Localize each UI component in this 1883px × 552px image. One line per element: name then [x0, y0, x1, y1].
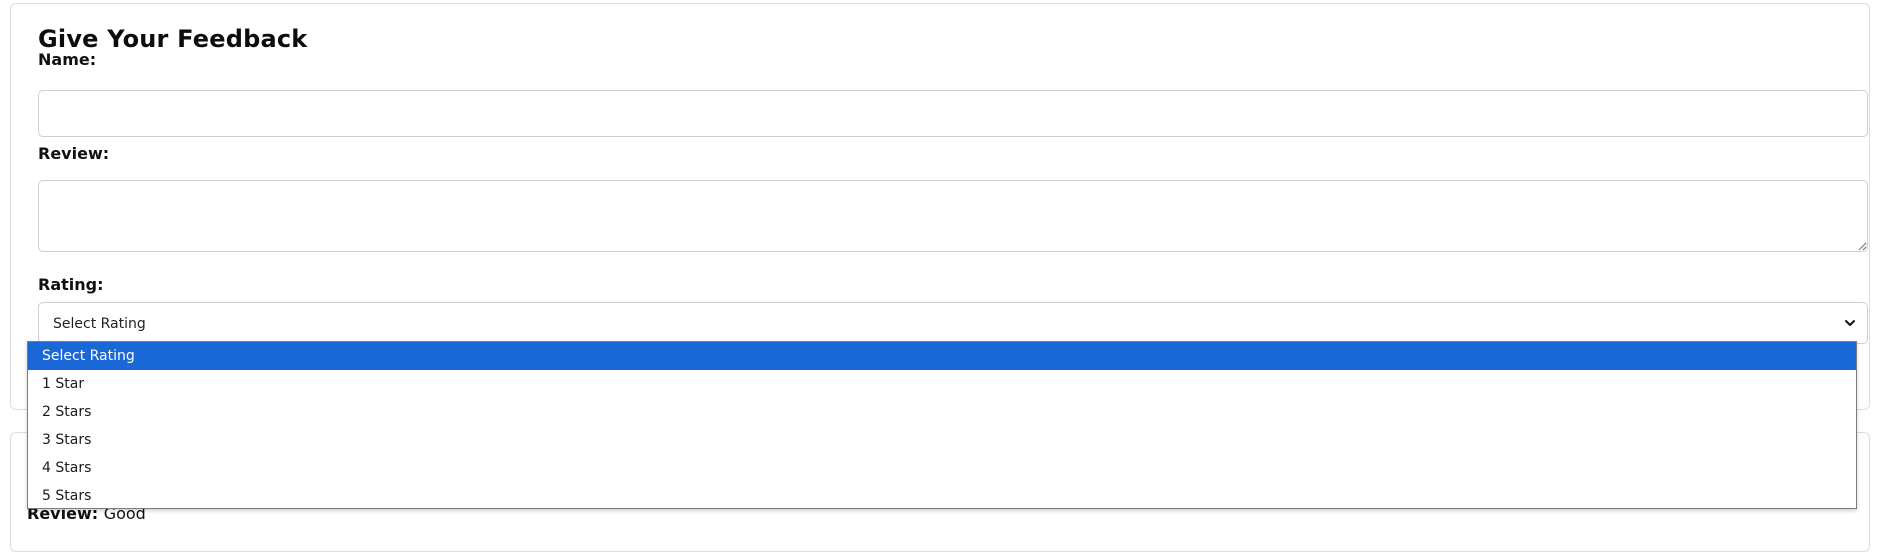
- review-label: Review:: [38, 144, 110, 163]
- rating-option-1-star[interactable]: 1 Star: [28, 370, 1856, 398]
- name-input[interactable]: [38, 90, 1868, 137]
- rating-dropdown-list[interactable]: Select Rating 1 Star 2 Stars 3 Stars 4 S…: [27, 341, 1857, 509]
- review-textarea[interactable]: [38, 180, 1868, 252]
- rating-option-select-rating[interactable]: Select Rating: [28, 342, 1856, 370]
- rating-select[interactable]: Select Rating: [38, 302, 1868, 344]
- rating-label: Rating:: [38, 275, 104, 294]
- chevron-down-icon: [1845, 320, 1855, 326]
- resize-grip-icon[interactable]: [1857, 241, 1867, 251]
- rating-option-4-stars[interactable]: 4 Stars: [28, 454, 1856, 482]
- rating-option-2-stars[interactable]: 2 Stars: [28, 398, 1856, 426]
- rating-select-value: Select Rating: [53, 316, 146, 332]
- rating-option-3-stars[interactable]: 3 Stars: [28, 426, 1856, 454]
- name-label: Name:: [38, 50, 97, 69]
- rating-option-5-stars[interactable]: 5 Stars: [28, 482, 1856, 510]
